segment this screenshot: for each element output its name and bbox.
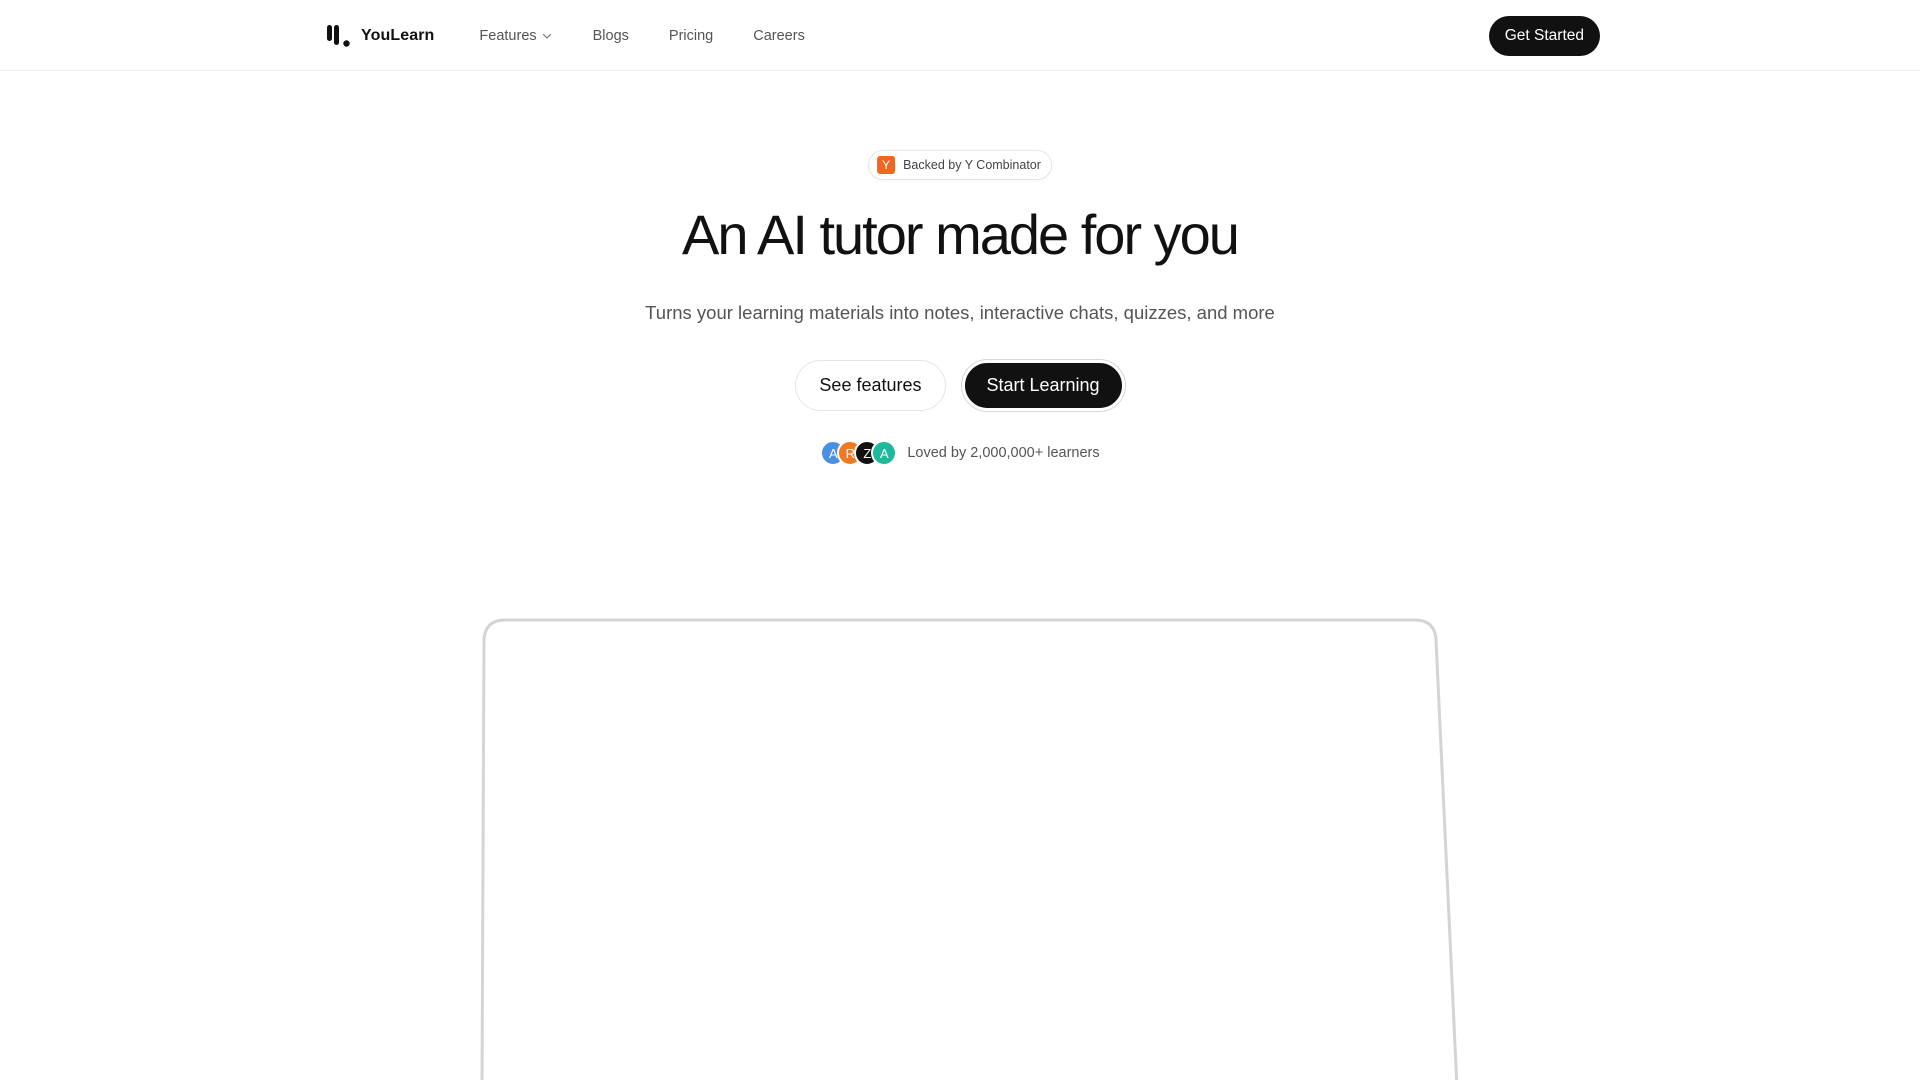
get-started-button[interactable]: Get Started <box>1488 16 1600 56</box>
hero-cta-row: See features Start Learning <box>0 359 1920 412</box>
avatar: A <box>871 440 898 466</box>
avatar-stack: A R Z A <box>820 440 898 466</box>
y-combinator-icon: Y <box>877 156 896 174</box>
see-features-button[interactable]: See features <box>795 360 946 411</box>
nav-link-features[interactable]: Features <box>479 28 552 44</box>
hero-subtitle: Turns your learning materials into notes… <box>645 302 1275 323</box>
nav-link-label: Blogs <box>592 27 629 44</box>
chevron-down-icon <box>542 33 551 39</box>
youlearn-logo-icon <box>327 24 350 47</box>
navbar-container: YouLearn Features Blogs Pricing Careers … <box>326 0 1600 71</box>
nav-link-label: Pricing <box>668 27 714 44</box>
product-preview-frame <box>462 618 1458 1080</box>
nav-link-blogs[interactable]: Blogs <box>593 28 629 44</box>
nav-link-pricing[interactable]: Pricing <box>669 28 713 44</box>
top-navbar: YouLearn Features Blogs Pricing Careers … <box>0 0 1920 71</box>
nav-link-label: Careers <box>753 27 805 44</box>
nav-links: Features Blogs Pricing Careers <box>479 28 844 44</box>
nav-link-careers[interactable]: Careers <box>753 28 805 44</box>
brand-name: YouLearn <box>361 26 435 44</box>
brand-logo-link[interactable]: YouLearn <box>326 24 434 48</box>
social-proof: A R Z A Loved by 2,000,000+ learners <box>0 440 1920 466</box>
social-proof-text: Loved by 2,000,000+ learners <box>907 445 1100 461</box>
yc-badge[interactable]: Y Backed by Y Combinator <box>868 150 1052 180</box>
badge-text: Backed by Y Combinator <box>903 158 1041 172</box>
start-learning-button[interactable]: Start Learning <box>960 359 1126 412</box>
hero-title: An AI tutor made for you <box>682 203 1240 266</box>
nav-link-label: Features <box>479 27 537 44</box>
preview-frame-outline <box>480 618 1458 1080</box>
